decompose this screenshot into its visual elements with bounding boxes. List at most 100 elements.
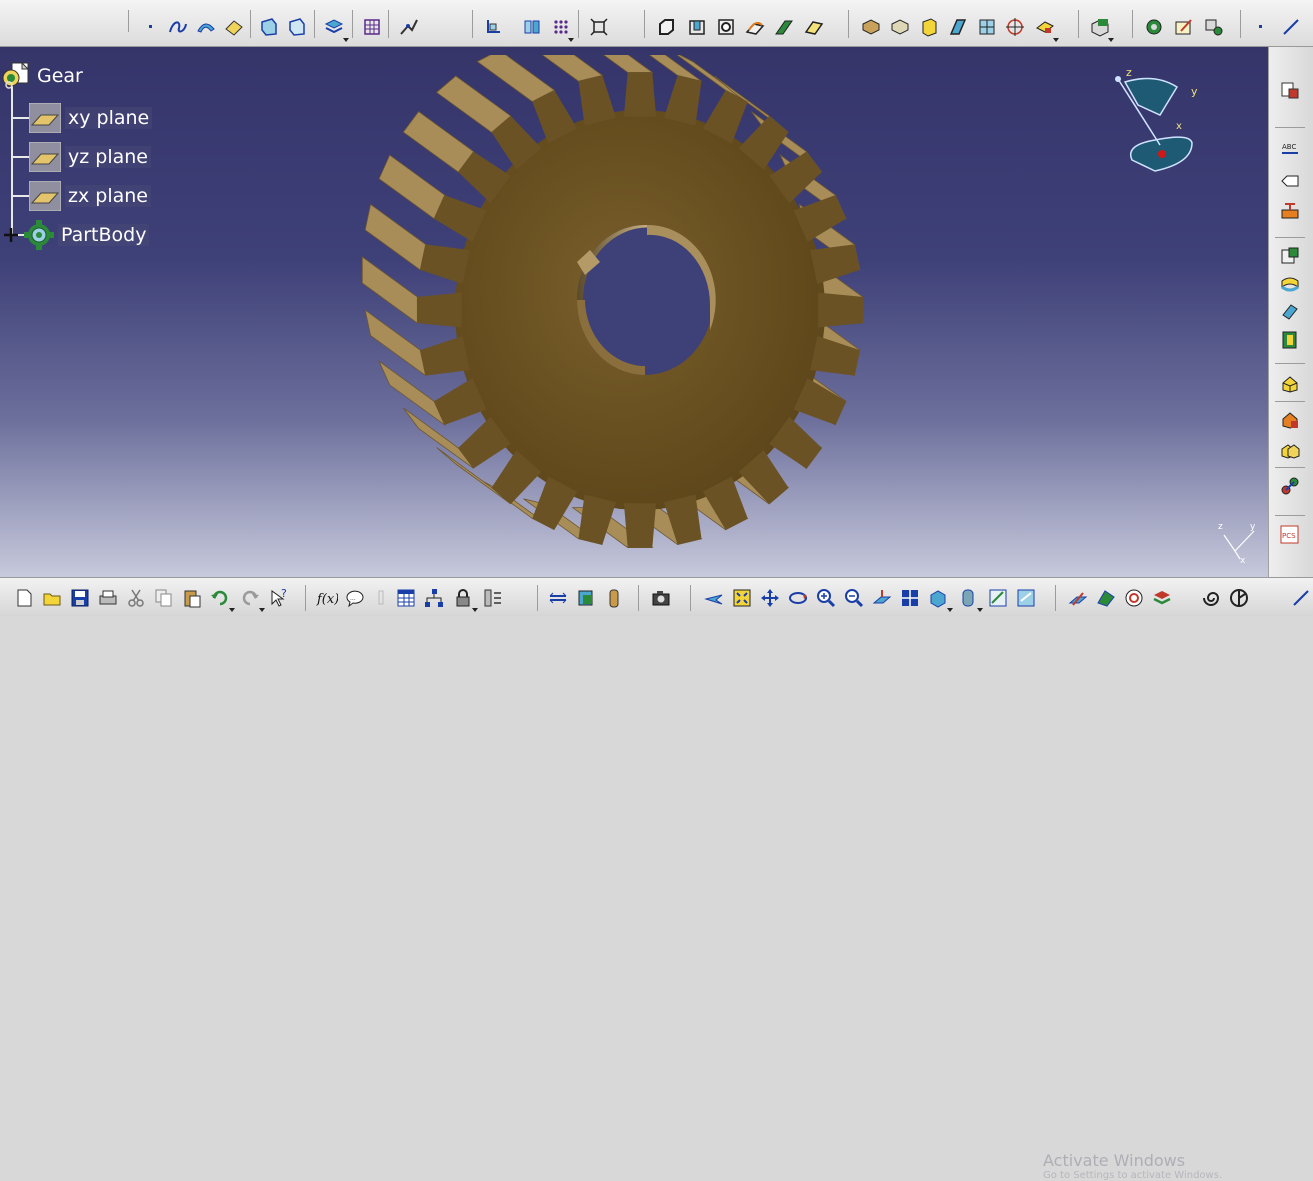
pan-icon[interactable] (759, 587, 781, 609)
mirror-icon[interactable] (1279, 409, 1301, 431)
compass-widget[interactable]: z y x (1100, 65, 1210, 175)
knowledge-icon[interactable] (370, 587, 392, 609)
shell-icon[interactable] (947, 16, 969, 38)
translate-icon[interactable] (1279, 373, 1301, 395)
save-icon[interactable] (69, 587, 91, 609)
catalog-icon[interactable] (603, 587, 625, 609)
zoom-out-icon[interactable] (843, 587, 865, 609)
dropdown-arrow[interactable] (343, 38, 349, 42)
tree-item-partbody[interactable]: PartBody (2, 220, 150, 250)
rectangular-pattern-icon[interactable] (1279, 439, 1301, 461)
comment-icon[interactable]: ... (344, 587, 366, 609)
groove-icon[interactable] (1279, 273, 1301, 295)
switch-workbench-icon[interactable] (1279, 79, 1301, 101)
line-icon[interactable] (1280, 16, 1302, 38)
layers-icon[interactable] (1151, 587, 1173, 609)
split-icon[interactable] (1279, 301, 1301, 323)
extrude-surface-icon[interactable] (223, 16, 245, 38)
design-table-icon[interactable] (395, 587, 417, 609)
axis-system-icon[interactable] (482, 16, 504, 38)
3d-viewport[interactable]: Gear xy plane yz plane zx plane PartBody… (0, 47, 1268, 577)
print-icon[interactable] (97, 587, 119, 609)
render-icon[interactable] (1123, 587, 1145, 609)
extract-icon[interactable] (286, 16, 308, 38)
flag-note-icon[interactable] (1279, 170, 1301, 192)
fly-mode-icon[interactable] (547, 587, 569, 609)
hole-icon[interactable] (715, 16, 737, 38)
sketch-icon[interactable] (1173, 16, 1195, 38)
scale-icon[interactable] (1279, 475, 1301, 497)
tree-item-yz-plane[interactable]: yz plane (28, 141, 151, 173)
thread-icon[interactable] (1004, 16, 1026, 38)
measure-icon[interactable] (1203, 16, 1225, 38)
analysis-icon[interactable] (1228, 587, 1250, 609)
iso-view-icon[interactable] (927, 587, 949, 609)
pcs-icon[interactable]: PCS (1279, 523, 1301, 545)
multi-view-icon[interactable] (899, 587, 921, 609)
dropdown-arrow[interactable] (229, 608, 235, 612)
rib-icon[interactable] (744, 16, 766, 38)
cut-icon[interactable] (125, 587, 147, 609)
dropdown-arrow[interactable] (977, 608, 983, 612)
pad-icon[interactable] (655, 16, 677, 38)
undo-icon[interactable] (209, 587, 231, 609)
gear-3d-model[interactable] (355, 55, 875, 565)
camera-icon[interactable] (650, 587, 672, 609)
reorder-icon[interactable] (482, 587, 504, 609)
thick-surface-icon[interactable] (1279, 329, 1301, 351)
surface-sweep-icon[interactable] (195, 16, 217, 38)
tree-item-zx-plane[interactable]: zx plane (28, 180, 151, 212)
new-document-icon[interactable] (13, 587, 35, 609)
dropdown-arrow[interactable] (568, 38, 574, 42)
tree-item-xy-plane[interactable]: xy plane (28, 102, 153, 134)
copy-icon[interactable] (153, 587, 175, 609)
normal-view-icon[interactable] (871, 587, 893, 609)
draft-icon[interactable] (918, 16, 940, 38)
multi-section-icon[interactable] (803, 16, 825, 38)
hide-show-icon[interactable] (987, 587, 1009, 609)
dropdown-arrow[interactable] (472, 608, 478, 612)
fit-all-icon[interactable] (588, 16, 610, 38)
swap-visible-space-icon[interactable] (1015, 587, 1037, 609)
rotate-icon[interactable] (787, 587, 809, 609)
stiffener-icon[interactable] (773, 16, 795, 38)
lock-icon[interactable] (452, 587, 474, 609)
annotation-text-icon[interactable]: ABC (1279, 139, 1301, 161)
quick-select-icon[interactable] (1067, 587, 1089, 609)
sketch-tool-icon[interactable] (398, 16, 420, 38)
whats-this-icon[interactable]: ? (268, 587, 290, 609)
join-icon[interactable] (323, 16, 345, 38)
shaft-icon[interactable] (1279, 245, 1301, 267)
dropdown-arrow[interactable] (259, 608, 265, 612)
fillet-icon[interactable] (860, 16, 882, 38)
dimension-icon[interactable] (1279, 200, 1301, 222)
remove-face-icon[interactable] (1034, 16, 1056, 38)
dropdown-arrow[interactable] (1108, 38, 1114, 42)
fly-icon[interactable] (703, 587, 725, 609)
capture-icon[interactable] (575, 587, 597, 609)
expand-plus-icon[interactable] (2, 226, 20, 244)
point-icon[interactable] (140, 16, 162, 38)
point-icon[interactable] (1250, 16, 1272, 38)
boolean-icon[interactable] (1089, 16, 1111, 38)
tree-item-gear[interactable]: Gear (0, 61, 86, 91)
boundary-icon[interactable] (258, 16, 280, 38)
apply-material-icon[interactable] (1143, 16, 1165, 38)
shading-icon[interactable] (957, 587, 979, 609)
dropdown-arrow[interactable] (947, 608, 953, 612)
sketch-tool-icon[interactable] (1290, 587, 1312, 609)
apply-texture-icon[interactable] (1095, 587, 1117, 609)
formula-icon[interactable]: f(x) (316, 587, 338, 609)
fit-all-in-icon[interactable] (731, 587, 753, 609)
constraint-icon[interactable] (521, 16, 543, 38)
thickness-icon[interactable] (976, 16, 998, 38)
pattern-grid-icon[interactable] (550, 16, 572, 38)
swirl-icon[interactable] (1200, 587, 1222, 609)
spline-icon[interactable] (167, 16, 189, 38)
open-folder-icon[interactable] (41, 587, 63, 609)
chamfer-icon[interactable] (889, 16, 911, 38)
redo-icon[interactable] (239, 587, 261, 609)
paste-icon[interactable] (181, 587, 203, 609)
zoom-in-icon[interactable] (815, 587, 837, 609)
grid-icon[interactable] (361, 16, 383, 38)
